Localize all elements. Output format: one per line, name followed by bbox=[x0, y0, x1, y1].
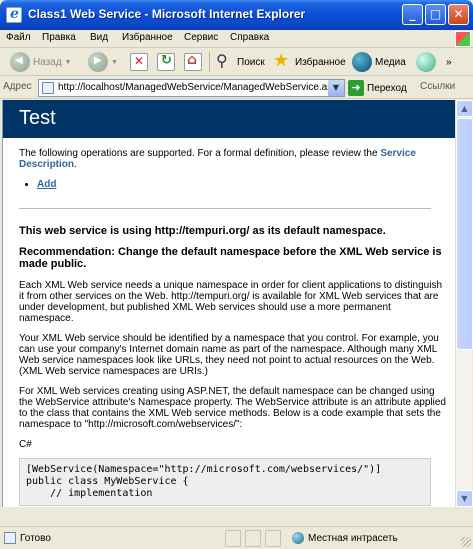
ie-app-icon[interactable] bbox=[6, 6, 22, 23]
divider bbox=[19, 208, 431, 209]
maximize-button[interactable]: □ bbox=[425, 4, 446, 25]
media-button[interactable]: Медиа bbox=[352, 50, 406, 74]
toolbar-separator bbox=[209, 52, 210, 72]
menu-tools[interactable]: Сервис bbox=[184, 32, 218, 43]
frame-border bbox=[2, 507, 472, 526]
search-button[interactable]: Поиск bbox=[214, 50, 265, 74]
refresh-icon bbox=[157, 53, 175, 71]
title-bar[interactable]: Class1 Web Service - Microsoft Internet … bbox=[0, 0, 473, 30]
media-icon bbox=[352, 52, 372, 72]
history-button[interactable] bbox=[416, 50, 436, 74]
media-label: Медиа bbox=[375, 56, 406, 68]
intro-text: The following operations are supported. … bbox=[19, 148, 381, 159]
vertical-scrollbar[interactable]: ▲ ▼ bbox=[455, 100, 473, 507]
windows-logo-icon bbox=[455, 31, 471, 47]
status-panel bbox=[245, 530, 261, 547]
stop-button[interactable] bbox=[130, 50, 148, 74]
menu-view[interactable]: Вид bbox=[90, 32, 108, 43]
paragraph-unique-namespace: Each XML Web service needs a unique name… bbox=[19, 280, 443, 324]
address-input[interactable]: http://localhost/ManagedWebService/Manag… bbox=[38, 79, 345, 97]
code-example: [WebService(Namespace="http://microsoft.… bbox=[19, 458, 431, 506]
favorites-label: Избранное bbox=[295, 56, 346, 68]
back-button[interactable]: Назад ▼ bbox=[10, 50, 72, 74]
go-button[interactable]: ➜ Переход bbox=[348, 79, 407, 97]
go-label: Переход bbox=[367, 82, 407, 94]
scroll-thumb[interactable] bbox=[456, 118, 473, 350]
stop-icon bbox=[130, 53, 148, 71]
page-title: Test bbox=[19, 107, 56, 129]
address-url[interactable]: http://localhost/ManagedWebService/Manag… bbox=[58, 82, 328, 93]
minimize-button[interactable]: _ bbox=[402, 4, 423, 25]
menu-favorites[interactable]: Избранное bbox=[122, 32, 173, 43]
page-body: The following operations are supported. … bbox=[19, 148, 447, 506]
forward-dropdown-icon[interactable]: ▼ bbox=[111, 59, 118, 66]
home-button[interactable] bbox=[184, 50, 202, 74]
scroll-up-button[interactable]: ▲ bbox=[456, 100, 473, 117]
intranet-globe-icon bbox=[292, 532, 304, 544]
address-label: Адрес bbox=[3, 81, 32, 92]
chevron-right-icon: » bbox=[446, 56, 452, 68]
toolbar-overflow-button[interactable]: » bbox=[446, 50, 452, 74]
page-banner: Test bbox=[3, 100, 455, 138]
favorites-button[interactable]: Избранное bbox=[272, 50, 346, 74]
status-done: Готово bbox=[4, 532, 51, 544]
intro-paragraph: The following operations are supported. … bbox=[19, 148, 447, 170]
links-button[interactable]: Ссылки bbox=[420, 81, 455, 92]
search-label: Поиск bbox=[237, 56, 265, 68]
address-dropdown-icon[interactable]: ▼ bbox=[328, 80, 344, 96]
search-icon bbox=[214, 51, 234, 72]
operations-list: Add bbox=[37, 179, 447, 190]
status-panel bbox=[265, 530, 281, 547]
zone-label: Местная интрасеть bbox=[308, 532, 398, 544]
back-dropdown-icon[interactable]: ▼ bbox=[65, 59, 72, 66]
page-done-icon bbox=[4, 532, 16, 544]
window-title: Class1 Web Service - Microsoft Internet … bbox=[28, 7, 306, 21]
page-icon bbox=[42, 82, 54, 94]
star-icon bbox=[272, 50, 292, 72]
forward-button[interactable]: ▼ bbox=[88, 50, 118, 74]
back-arrow-icon bbox=[10, 52, 30, 72]
close-button[interactable]: ✕ bbox=[448, 4, 469, 25]
menu-edit[interactable]: Правка bbox=[42, 32, 76, 43]
security-zone[interactable]: Местная интрасеть bbox=[292, 532, 398, 544]
operation-add-link[interactable]: Add bbox=[37, 179, 56, 190]
recommendation-heading: Recommendation: Change the default names… bbox=[19, 246, 442, 270]
status-text: Готово bbox=[20, 532, 51, 544]
namespace-heading: This web service is using http://tempuri… bbox=[19, 225, 386, 237]
paragraph-identify-namespace: Your XML Web service should be identifie… bbox=[19, 333, 439, 377]
address-bar: Адрес http://localhost/ManagedWebService… bbox=[0, 77, 473, 99]
status-panel bbox=[225, 530, 241, 547]
menu-help[interactable]: Справка bbox=[230, 32, 269, 43]
refresh-button[interactable] bbox=[157, 50, 175, 74]
forward-arrow-icon bbox=[88, 52, 108, 72]
intro-end: . bbox=[74, 159, 77, 170]
scroll-down-button[interactable]: ▼ bbox=[456, 490, 473, 507]
menu-file[interactable]: Файл bbox=[6, 32, 31, 43]
paragraph-aspnet-namespace: For XML Web services creating using ASP.… bbox=[19, 386, 446, 430]
home-icon bbox=[184, 52, 202, 71]
menu-bar: Файл Правка Вид Избранное Сервис Справка bbox=[0, 30, 473, 48]
back-label: Назад bbox=[33, 56, 62, 68]
list-item: Add bbox=[37, 179, 447, 190]
history-icon bbox=[416, 52, 436, 72]
page-content: Test The following operations are suppor… bbox=[2, 100, 455, 507]
code-language-label: C# bbox=[19, 439, 32, 450]
standard-toolbar: Назад ▼ ▼ Поиск Избранное Медиа » bbox=[0, 48, 473, 76]
resize-grip[interactable] bbox=[461, 537, 471, 547]
go-arrow-icon: ➜ bbox=[348, 80, 364, 96]
status-bar: Готово Местная интрасеть bbox=[0, 526, 473, 549]
